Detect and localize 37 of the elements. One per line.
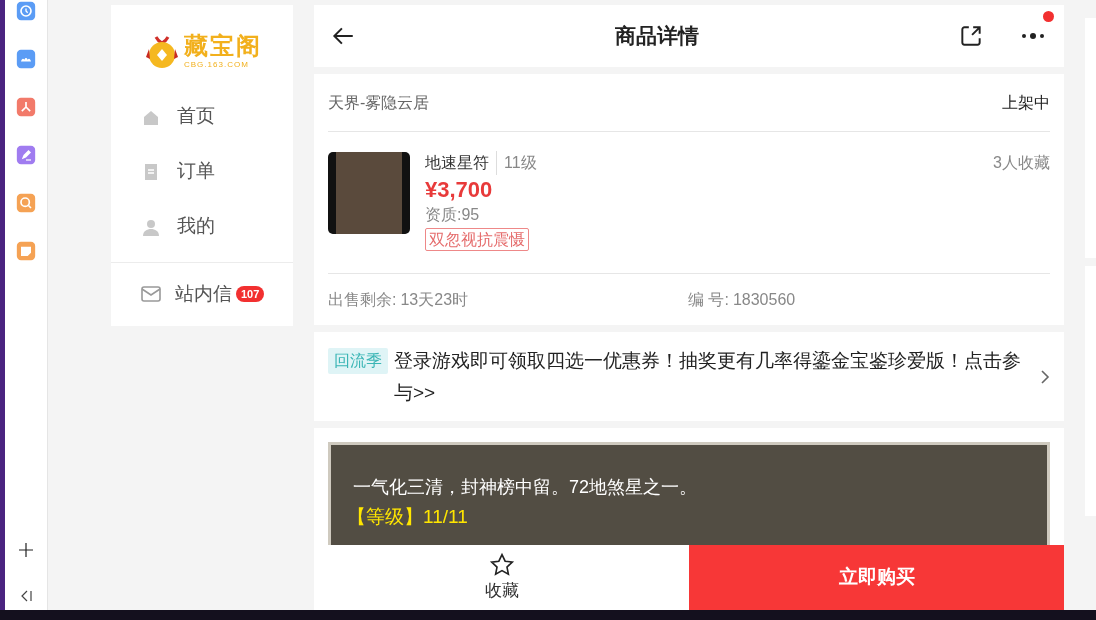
share-icon[interactable] — [958, 23, 984, 49]
inbox-item[interactable]: 站内信 107 — [111, 263, 293, 325]
item-quality: 资质:95 — [425, 205, 481, 225]
description-line: 一气化三清，封神榜中留。72地煞星之一。 — [353, 476, 699, 499]
page-title: 商品详情 — [614, 23, 700, 50]
time-left-value: 13天23时 — [400, 289, 469, 310]
favorite-button[interactable]: 收藏 — [314, 545, 689, 610]
note-icon[interactable] — [16, 241, 36, 261]
buy-now-button[interactable]: 立即购买 — [689, 545, 1064, 610]
item-name: 地速星符 — [425, 151, 497, 175]
star-icon — [488, 551, 515, 578]
add-icon[interactable] — [18, 542, 34, 558]
unread-badge: 107 — [236, 286, 265, 302]
promo-text: 登录游戏即可领取四选一优惠券！抽奖更有几率得鎏金宝鉴珍爱版！点击参与>> — [394, 348, 1022, 405]
logo-domain: CBG.163.COM — [184, 60, 249, 70]
id-label: 编 号: — [688, 289, 729, 310]
chevron-right-icon — [1040, 368, 1050, 385]
cloud-icon[interactable] — [16, 49, 36, 69]
nav-item[interactable]: 首页 — [111, 89, 293, 144]
promo-banner[interactable]: 回流季 登录游戏即可领取四选一优惠券！抽奖更有几率得鎏金宝鉴珍爱版！点击参与>> — [314, 332, 1064, 421]
item-price: ¥3,700 — [425, 176, 494, 204]
attribute-tag: 双忽视抗震慑 — [425, 228, 529, 251]
time-left-label: 出售剩余: — [328, 289, 397, 310]
description-line: 【等级】11/11 — [347, 505, 469, 529]
clock-icon[interactable] — [16, 1, 36, 21]
nav-item[interactable]: 我的 — [111, 199, 293, 254]
item-level: 11级 — [503, 153, 537, 173]
search-icon[interactable] — [16, 193, 36, 213]
nav-item[interactable]: 订单 — [111, 144, 293, 199]
listing-status: 上架中 — [1002, 92, 1050, 113]
favorite-count: 3人收藏 — [993, 153, 1050, 173]
mail-icon — [140, 283, 162, 305]
promo-tag: 回流季 — [328, 347, 388, 374]
server-name: 天界-雾隐云居 — [328, 92, 430, 113]
logo-text: 藏宝阁 — [184, 32, 262, 60]
id-value: 1830560 — [732, 289, 796, 310]
pen-icon[interactable] — [16, 145, 36, 165]
